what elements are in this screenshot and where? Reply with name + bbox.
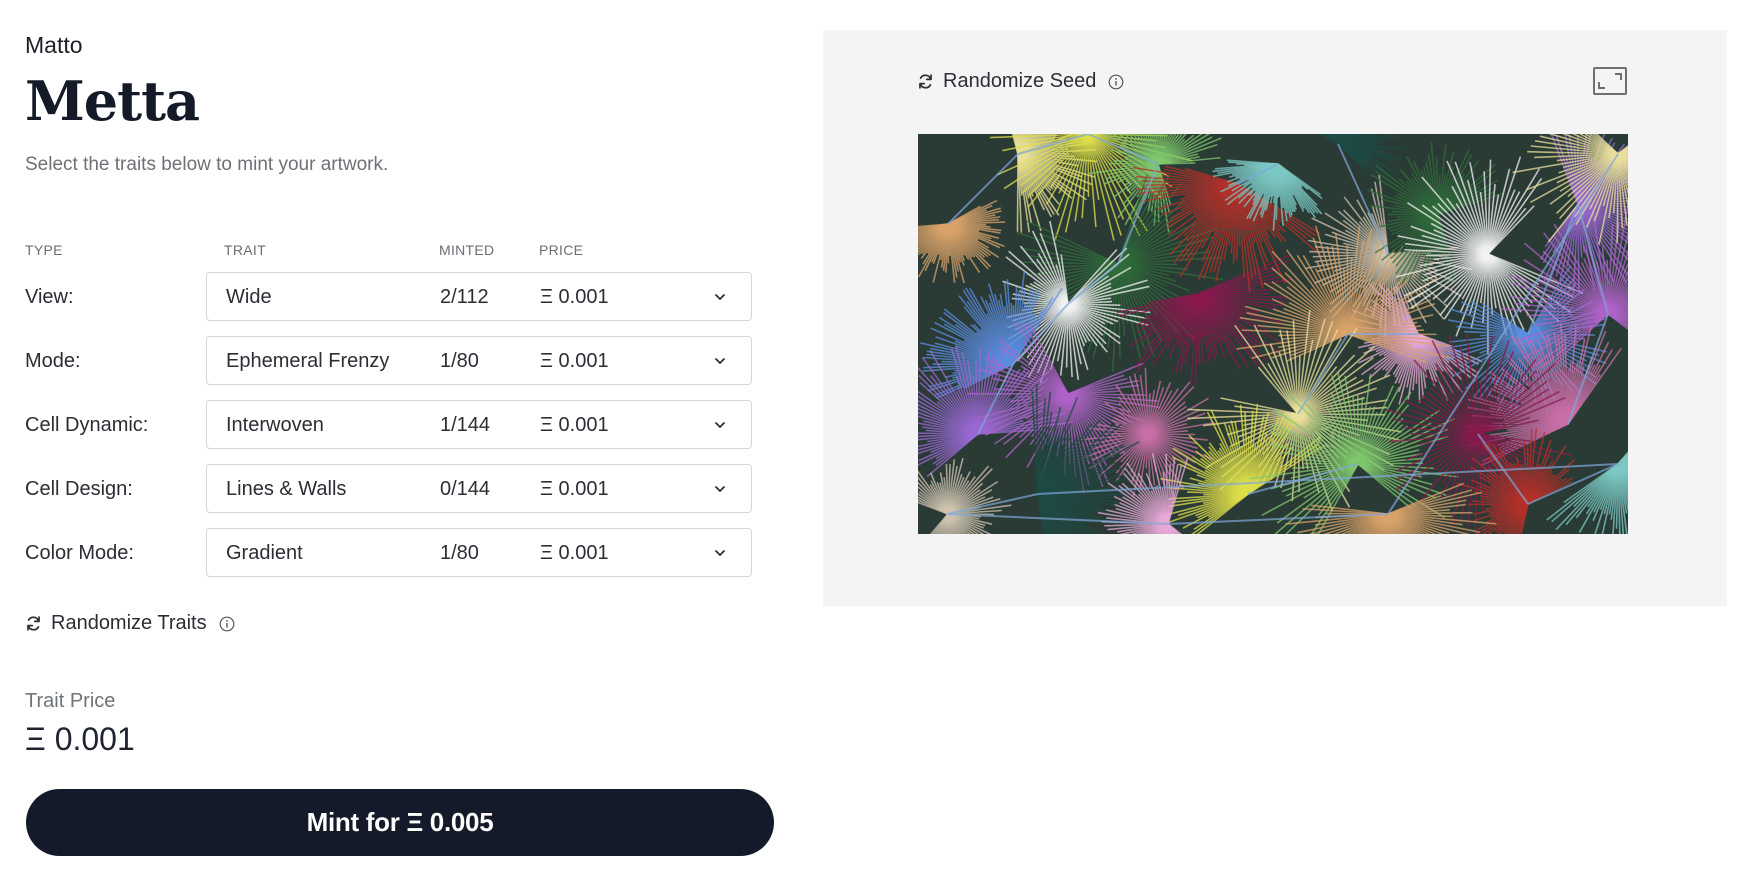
trait-price-value: Ξ 0.001 [25,721,135,757]
info-icon[interactable] [219,616,235,632]
expand-button[interactable] [1593,67,1627,95]
minted-value: 1/144 [440,414,491,436]
page-subtitle: Select the traits below to mint your art… [25,154,389,175]
trait-value: Gradient [226,542,303,564]
randomize-traits-label: Randomize Traits [51,612,207,634]
col-header-minted: MINTED [439,242,495,258]
price-value: Ξ 0.001 [540,542,609,564]
minted-value: 0/144 [440,478,491,500]
trait-price-label: Trait Price [25,690,116,712]
trait-type-label: Mode: [25,350,81,372]
trait-value: Ephemeral Frenzy [226,350,390,372]
mint-form: Matto Metta Select the traits below to m… [25,0,785,889]
chevron-down-icon [715,358,725,364]
refresh-icon [919,74,932,89]
chevron-down-icon [715,422,725,428]
randomize-seed-label: Randomize Seed [943,70,1097,92]
refresh-icon [27,616,40,631]
trait-type-label: Cell Dynamic: [25,414,149,436]
chevron-down-icon [715,550,725,556]
trait-select-cell-design[interactable]: Lines & Walls 0/144 Ξ 0.001 [206,464,752,513]
trait-type-label: View: [25,286,74,308]
minted-value: 2/112 [440,286,489,308]
col-header-trait: TRAIT [224,242,266,258]
trait-value: Interwoven [226,414,324,436]
price-value: Ξ 0.001 [540,286,609,308]
col-header-price: PRICE [539,242,584,258]
artwork-burst [1319,134,1403,177]
trait-select-view[interactable]: Wide 2/112 Ξ 0.001 [206,272,752,321]
trait-value: Lines & Walls [226,478,347,500]
preview-panel: Randomize Seed [823,30,1727,606]
info-icon[interactable] [1108,74,1124,90]
trait-select-mode[interactable]: Ephemeral Frenzy 1/80 Ξ 0.001 [206,336,752,385]
artwork-preview [918,134,1628,534]
price-value: Ξ 0.001 [540,478,609,500]
chevron-down-icon [715,486,725,492]
randomize-seed-button[interactable]: Randomize Seed [917,70,1133,93]
col-header-type: TYPE [25,242,63,258]
expand-icon [1598,73,1622,89]
chevron-down-icon [715,294,725,300]
trait-type-label: Cell Design: [25,478,133,500]
price-value: Ξ 0.001 [540,350,609,372]
trait-select-color-mode[interactable]: Gradient 1/80 Ξ 0.001 [206,528,752,577]
artist-name[interactable]: Matto [25,32,83,59]
artwork-burst [918,199,1006,284]
trait-type-label: Color Mode: [25,542,134,564]
artwork-burst [918,458,1012,534]
trait-select-cell-dynamic[interactable]: Interwoven 1/144 Ξ 0.001 [206,400,752,449]
randomize-traits-button[interactable]: Randomize Traits [25,612,244,635]
price-value: Ξ 0.001 [540,414,609,436]
trait-value: Wide [226,286,272,308]
artwork-canvas [918,134,1628,534]
mint-button[interactable]: Mint for Ξ 0.005 [26,789,774,856]
minted-value: 1/80 [440,350,479,372]
minted-value: 1/80 [440,542,479,564]
page-title: Metta [25,69,200,133]
